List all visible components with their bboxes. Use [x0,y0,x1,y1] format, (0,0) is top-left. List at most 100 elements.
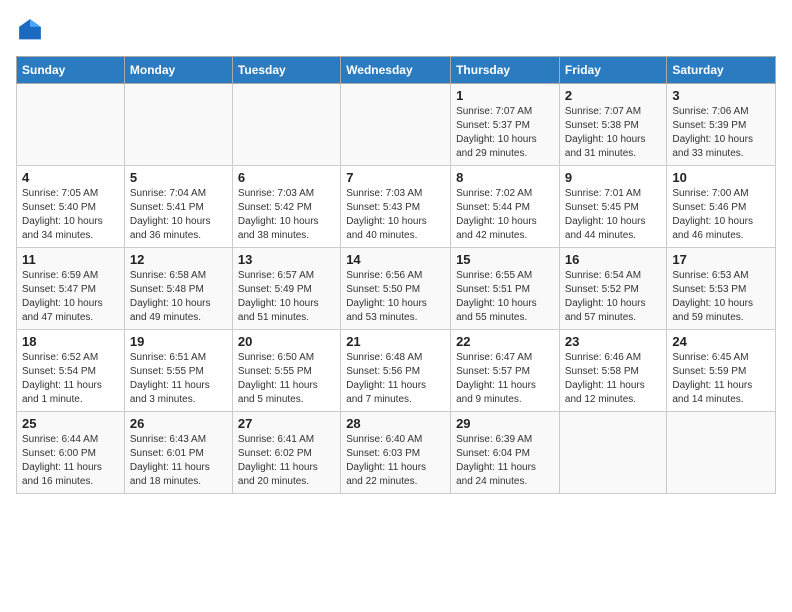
calendar-cell: 28 Sunrise: 6:40 AM Sunset: 6:03 PM Dayli… [341,412,451,494]
header-wednesday: Wednesday [341,57,451,84]
day-detail: Sunrise: 6:56 AM Sunset: 5:50 PM Dayligh… [346,269,445,325]
day-detail: Sunrise: 7:04 AM Sunset: 5:41 PM Dayligh… [130,187,227,243]
day-number: 15 [456,252,554,267]
day-number: 21 [346,334,445,349]
calendar-cell: 22Sunrise: 6:47 AM Sunset: 5:57 PM Dayli… [451,330,560,412]
calendar-cell: 12 Sunrise: 6:58 AM Sunset: 5:48 PM Dayli… [124,248,232,330]
day-number: 25 [22,416,119,431]
calendar-cell: 25 Sunrise: 6:44 AM Sunset: 6:00 PM Dayli… [17,412,125,494]
day-detail: Sunrise: 6:52 AM Sunset: 5:54 PM Dayligh… [22,351,119,407]
day-number: 20 [238,334,335,349]
day-number: 24 [672,334,770,349]
day-number: 27 [238,416,335,431]
calendar-cell: 6 Sunrise: 7:03 AM Sunset: 5:42 PM Daylig… [232,166,340,248]
day-detail: Sunrise: 6:43 AM Sunset: 6:01 PM Dayligh… [130,433,227,489]
calendar-cell: 5 Sunrise: 7:04 AM Sunset: 5:41 PM Daylig… [124,166,232,248]
day-detail: Sunrise: 6:41 AM Sunset: 6:02 PM Dayligh… [238,433,335,489]
week-row-3: 11 Sunrise: 6:59 AM Sunset: 5:47 PM Dayli… [17,248,776,330]
calendar-cell: 29 Sunrise: 6:39 AM Sunset: 6:04 PM Dayli… [451,412,560,494]
header-monday: Monday [124,57,232,84]
day-detail: Sunrise: 7:03 AM Sunset: 5:42 PM Dayligh… [238,187,335,243]
day-detail: Sunrise: 6:53 AM Sunset: 5:53 PM Dayligh… [672,269,770,325]
calendar-cell: 1 Sunrise: 7:07 AM Sunset: 5:37 PM Daylig… [451,84,560,166]
day-detail: Sunrise: 7:07 AM Sunset: 5:37 PM Dayligh… [456,105,554,161]
page-header [16,16,776,44]
day-number: 3 [672,88,770,103]
week-row-2: 4Sunrise: 7:05 AM Sunset: 5:40 PM Daylig… [17,166,776,248]
header-tuesday: Tuesday [232,57,340,84]
day-detail: Sunrise: 7:00 AM Sunset: 5:46 PM Dayligh… [672,187,770,243]
day-number: 2 [565,88,661,103]
day-number: 18 [22,334,119,349]
day-detail: Sunrise: 6:46 AM Sunset: 5:58 PM Dayligh… [565,351,661,407]
day-detail: Sunrise: 7:05 AM Sunset: 5:40 PM Dayligh… [22,187,119,243]
calendar-cell: 20 Sunrise: 6:50 AM Sunset: 5:55 PM Dayli… [232,330,340,412]
day-number: 5 [130,170,227,185]
calendar-header-row: SundayMondayTuesdayWednesdayThursdayFrid… [17,57,776,84]
day-detail: Sunrise: 7:07 AM Sunset: 5:38 PM Dayligh… [565,105,661,161]
calendar-cell: 14 Sunrise: 6:56 AM Sunset: 5:50 PM Dayli… [341,248,451,330]
day-detail: Sunrise: 6:55 AM Sunset: 5:51 PM Dayligh… [456,269,554,325]
day-detail: Sunrise: 6:40 AM Sunset: 6:03 PM Dayligh… [346,433,445,489]
day-detail: Sunrise: 6:39 AM Sunset: 6:04 PM Dayligh… [456,433,554,489]
day-number: 14 [346,252,445,267]
day-number: 13 [238,252,335,267]
day-detail: Sunrise: 6:45 AM Sunset: 5:59 PM Dayligh… [672,351,770,407]
day-number: 16 [565,252,661,267]
calendar-cell: 2 Sunrise: 7:07 AM Sunset: 5:38 PM Daylig… [559,84,666,166]
calendar-cell: 10Sunrise: 7:00 AM Sunset: 5:46 PM Dayli… [667,166,776,248]
header-sunday: Sunday [17,57,125,84]
day-detail: Sunrise: 6:58 AM Sunset: 5:48 PM Dayligh… [130,269,227,325]
day-number: 29 [456,416,554,431]
day-detail: Sunrise: 7:06 AM Sunset: 5:39 PM Dayligh… [672,105,770,161]
day-number: 26 [130,416,227,431]
calendar-cell: 17 Sunrise: 6:53 AM Sunset: 5:53 PM Dayli… [667,248,776,330]
header-saturday: Saturday [667,57,776,84]
calendar-cell: 23 Sunrise: 6:46 AM Sunset: 5:58 PM Dayli… [559,330,666,412]
day-detail: Sunrise: 6:50 AM Sunset: 5:55 PM Dayligh… [238,351,335,407]
day-number: 11 [22,252,119,267]
logo-icon [16,16,44,44]
calendar-cell: 19 Sunrise: 6:51 AM Sunset: 5:55 PM Dayli… [124,330,232,412]
calendar-cell [232,84,340,166]
day-detail: Sunrise: 6:44 AM Sunset: 6:00 PM Dayligh… [22,433,119,489]
day-detail: Sunrise: 6:54 AM Sunset: 5:52 PM Dayligh… [565,269,661,325]
logo [16,16,48,44]
calendar-cell: 11 Sunrise: 6:59 AM Sunset: 5:47 PM Dayli… [17,248,125,330]
day-number: 19 [130,334,227,349]
day-number: 6 [238,170,335,185]
calendar-cell: 15 Sunrise: 6:55 AM Sunset: 5:51 PM Dayli… [451,248,560,330]
week-row-5: 25 Sunrise: 6:44 AM Sunset: 6:00 PM Dayli… [17,412,776,494]
calendar-cell: 18 Sunrise: 6:52 AM Sunset: 5:54 PM Dayli… [17,330,125,412]
day-number: 8 [456,170,554,185]
day-number: 7 [346,170,445,185]
calendar-cell: 21 Sunrise: 6:48 AM Sunset: 5:56 PM Dayli… [341,330,451,412]
day-detail: Sunrise: 7:03 AM Sunset: 5:43 PM Dayligh… [346,187,445,243]
calendar-cell: 3 Sunrise: 7:06 AM Sunset: 5:39 PM Daylig… [667,84,776,166]
day-detail: Sunrise: 6:59 AM Sunset: 5:47 PM Dayligh… [22,269,119,325]
day-number: 22 [456,334,554,349]
calendar-cell: 13 Sunrise: 6:57 AM Sunset: 5:49 PM Dayli… [232,248,340,330]
calendar-cell: 26 Sunrise: 6:43 AM Sunset: 6:01 PM Dayli… [124,412,232,494]
calendar-table: SundayMondayTuesdayWednesdayThursdayFrid… [16,56,776,494]
calendar-cell [559,412,666,494]
day-number: 12 [130,252,227,267]
day-number: 9 [565,170,661,185]
calendar-cell: 27 Sunrise: 6:41 AM Sunset: 6:02 PM Dayli… [232,412,340,494]
calendar-cell [341,84,451,166]
day-detail: Sunrise: 6:51 AM Sunset: 5:55 PM Dayligh… [130,351,227,407]
calendar-cell: 16 Sunrise: 6:54 AM Sunset: 5:52 PM Dayli… [559,248,666,330]
calendar-cell: 9Sunrise: 7:01 AM Sunset: 5:45 PM Daylig… [559,166,666,248]
day-detail: Sunrise: 7:02 AM Sunset: 5:44 PM Dayligh… [456,187,554,243]
day-number: 28 [346,416,445,431]
calendar-cell: 24 Sunrise: 6:45 AM Sunset: 5:59 PM Dayli… [667,330,776,412]
day-number: 23 [565,334,661,349]
day-number: 17 [672,252,770,267]
day-number: 1 [456,88,554,103]
calendar-cell: 4Sunrise: 7:05 AM Sunset: 5:40 PM Daylig… [17,166,125,248]
calendar-cell [667,412,776,494]
header-friday: Friday [559,57,666,84]
header-thursday: Thursday [451,57,560,84]
day-detail: Sunrise: 6:57 AM Sunset: 5:49 PM Dayligh… [238,269,335,325]
day-detail: Sunrise: 6:48 AM Sunset: 5:56 PM Dayligh… [346,351,445,407]
